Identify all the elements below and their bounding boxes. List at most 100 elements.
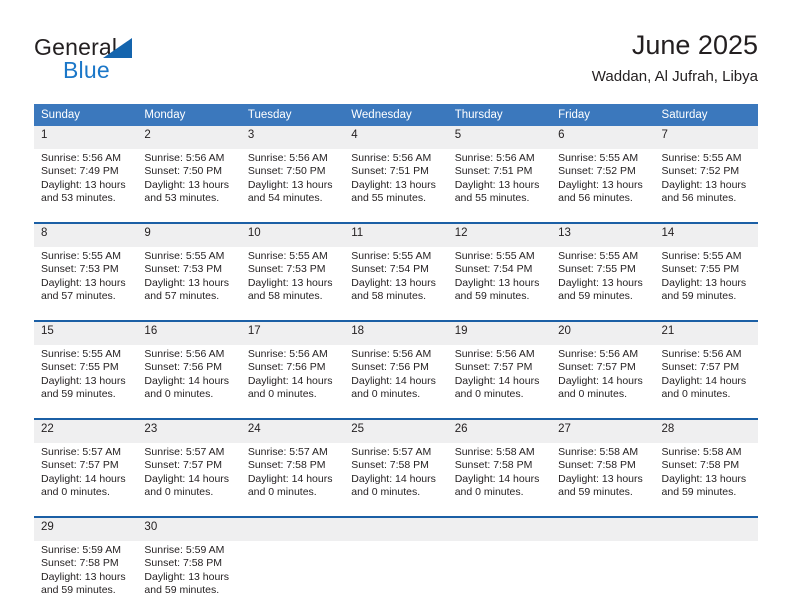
day-cell[interactable]: Sunrise: 5:55 AM Sunset: 7:52 PM Dayligh… (654, 149, 758, 222)
daylight-text: Daylight: 14 hours and 0 minutes. (41, 472, 126, 499)
day-number[interactable]: 20 (551, 322, 655, 345)
sunset-text: Sunset: 7:56 PM (144, 361, 223, 374)
day-cell[interactable]: Sunrise: 5:59 AM Sunset: 7:58 PM Dayligh… (137, 541, 241, 614)
day-number[interactable]: 10 (240, 224, 345, 247)
day-number[interactable]: 30 (137, 518, 241, 541)
day-number[interactable]: 24 (240, 420, 345, 443)
day-cell[interactable]: Sunrise: 5:57 AM Sunset: 7:57 PM Dayligh… (34, 443, 138, 516)
day-number[interactable]: 19 (447, 322, 552, 345)
day-number[interactable]: 7 (654, 126, 758, 149)
day-cell[interactable]: Sunrise: 5:58 AM Sunset: 7:58 PM Dayligh… (551, 443, 655, 516)
sunrise-text: Sunrise: 5:56 AM (351, 152, 432, 164)
day-cell[interactable]: Sunrise: 5:55 AM Sunset: 7:53 PM Dayligh… (137, 247, 241, 320)
day-number[interactable]: 13 (551, 224, 655, 247)
day-cell[interactable]: Sunrise: 5:55 AM Sunset: 7:53 PM Dayligh… (240, 247, 345, 320)
sunrise-text: Sunrise: 5:57 AM (247, 446, 328, 458)
sunset-text: Sunset: 7:58 PM (558, 459, 636, 472)
daylight-text: Daylight: 13 hours and 59 minutes. (144, 570, 230, 597)
day-number[interactable]: 11 (344, 224, 448, 247)
day-number[interactable]: 5 (447, 126, 552, 149)
day-number[interactable]: 4 (344, 126, 448, 149)
day-cell[interactable]: Sunrise: 5:56 AM Sunset: 7:56 PM Dayligh… (240, 345, 345, 418)
daylight-text: Daylight: 14 hours and 0 minutes. (351, 472, 436, 499)
day-cell[interactable]: Sunrise: 5:57 AM Sunset: 7:58 PM Dayligh… (240, 443, 345, 516)
sunrise-text: Sunrise: 5:56 AM (247, 348, 328, 360)
day-number-empty (240, 518, 345, 541)
day-number[interactable]: 18 (344, 322, 448, 345)
day-number[interactable]: 28 (654, 420, 758, 443)
sunset-text: Sunset: 7:52 PM (661, 165, 740, 178)
day-cell[interactable]: Sunrise: 5:56 AM Sunset: 7:57 PM Dayligh… (447, 345, 552, 418)
day-number[interactable]: 2 (137, 126, 241, 149)
day-cell[interactable]: Sunrise: 5:58 AM Sunset: 7:58 PM Dayligh… (654, 443, 758, 516)
day-cell[interactable]: Sunrise: 5:57 AM Sunset: 7:57 PM Dayligh… (137, 443, 241, 516)
day-cell[interactable]: Sunrise: 5:55 AM Sunset: 7:54 PM Dayligh… (344, 247, 448, 320)
page-title: June 2025 (631, 30, 758, 60)
week-details-row: Sunrise: 5:55 AM Sunset: 7:53 PM Dayligh… (34, 247, 758, 320)
day-cell[interactable]: Sunrise: 5:55 AM Sunset: 7:55 PM Dayligh… (654, 247, 758, 320)
sunrise-text: Sunrise: 5:58 AM (558, 446, 639, 458)
day-cell[interactable]: Sunrise: 5:56 AM Sunset: 7:56 PM Dayligh… (137, 345, 241, 418)
day-cell[interactable]: Sunrise: 5:58 AM Sunset: 7:58 PM Dayligh… (447, 443, 552, 516)
daylight-text: Daylight: 13 hours and 55 minutes. (454, 178, 540, 205)
week-daynumbers-row: 22 23 24 25 26 27 28 (34, 420, 758, 443)
day-number[interactable]: 12 (447, 224, 552, 247)
sunset-text: Sunset: 7:57 PM (661, 361, 740, 374)
general-blue-logo[interactable]: General Blue (34, 34, 234, 90)
day-number[interactable]: 3 (240, 126, 345, 149)
day-number[interactable]: 23 (137, 420, 241, 443)
day-number[interactable]: 17 (240, 322, 345, 345)
daylight-text: Daylight: 13 hours and 59 minutes. (41, 570, 126, 597)
day-number[interactable]: 9 (137, 224, 241, 247)
sunset-text: Sunset: 7:55 PM (661, 263, 740, 276)
page-subtitle: Waddan, Al Jufrah, Libya (591, 68, 758, 85)
column-header-sunday: Sunday (34, 104, 138, 126)
day-number[interactable]: 25 (344, 420, 448, 443)
day-number-empty (654, 518, 758, 541)
sunset-text: Sunset: 7:51 PM (351, 165, 429, 178)
day-number[interactable]: 8 (34, 224, 138, 247)
day-cell[interactable]: Sunrise: 5:56 AM Sunset: 7:57 PM Dayligh… (551, 345, 655, 418)
day-number[interactable]: 27 (551, 420, 655, 443)
day-cell[interactable]: Sunrise: 5:56 AM Sunset: 7:49 PM Dayligh… (34, 149, 138, 222)
page-header: General Blue June 2025 Waddan, Al Jufrah… (34, 28, 758, 94)
day-number[interactable]: 22 (34, 420, 138, 443)
day-number[interactable]: 14 (654, 224, 758, 247)
daylight-text: Daylight: 14 hours and 0 minutes. (247, 374, 333, 401)
day-number[interactable]: 1 (34, 126, 138, 149)
day-cell[interactable]: Sunrise: 5:56 AM Sunset: 7:50 PM Dayligh… (137, 149, 241, 222)
sunrise-text: Sunrise: 5:58 AM (661, 446, 742, 458)
day-number[interactable]: 6 (551, 126, 655, 149)
day-number[interactable]: 21 (654, 322, 758, 345)
daylight-text: Daylight: 13 hours and 59 minutes. (661, 472, 747, 499)
daylight-text: Daylight: 14 hours and 0 minutes. (144, 472, 230, 499)
day-cell[interactable]: Sunrise: 5:57 AM Sunset: 7:58 PM Dayligh… (344, 443, 448, 516)
day-cell[interactable]: Sunrise: 5:55 AM Sunset: 7:54 PM Dayligh… (447, 247, 552, 320)
daylight-text: Daylight: 13 hours and 59 minutes. (661, 276, 747, 303)
day-cell-empty (551, 541, 655, 614)
daylight-text: Daylight: 13 hours and 59 minutes. (558, 472, 643, 499)
daylight-text: Daylight: 13 hours and 59 minutes. (41, 374, 126, 401)
day-number[interactable]: 16 (137, 322, 241, 345)
sunset-text: Sunset: 7:57 PM (454, 361, 533, 374)
day-cell[interactable]: Sunrise: 5:56 AM Sunset: 7:51 PM Dayligh… (447, 149, 552, 222)
sunrise-text: Sunrise: 5:55 AM (351, 250, 432, 262)
day-cell[interactable]: Sunrise: 5:56 AM Sunset: 7:50 PM Dayligh… (240, 149, 345, 222)
day-cell[interactable]: Sunrise: 5:56 AM Sunset: 7:57 PM Dayligh… (654, 345, 758, 418)
day-cell[interactable]: Sunrise: 5:55 AM Sunset: 7:55 PM Dayligh… (551, 247, 655, 320)
day-cell[interactable]: Sunrise: 5:56 AM Sunset: 7:51 PM Dayligh… (344, 149, 448, 222)
daylight-text: Daylight: 14 hours and 0 minutes. (454, 374, 540, 401)
day-number[interactable]: 29 (34, 518, 138, 541)
day-cell[interactable]: Sunrise: 5:55 AM Sunset: 7:53 PM Dayligh… (34, 247, 138, 320)
day-cell[interactable]: Sunrise: 5:55 AM Sunset: 7:52 PM Dayligh… (551, 149, 655, 222)
day-cell[interactable]: Sunrise: 5:55 AM Sunset: 7:55 PM Dayligh… (34, 345, 138, 418)
day-cell[interactable]: Sunrise: 5:56 AM Sunset: 7:56 PM Dayligh… (344, 345, 448, 418)
sunset-text: Sunset: 7:51 PM (454, 165, 533, 178)
day-number[interactable]: 26 (447, 420, 552, 443)
day-number[interactable]: 15 (34, 322, 138, 345)
logo-triangle-icon (103, 38, 132, 58)
day-cell[interactable]: Sunrise: 5:59 AM Sunset: 7:58 PM Dayligh… (34, 541, 138, 614)
sunrise-text: Sunrise: 5:55 AM (41, 250, 121, 262)
week-details-row: Sunrise: 5:57 AM Sunset: 7:57 PM Dayligh… (34, 443, 758, 516)
week-daynumbers-row: 29 30 (34, 518, 758, 541)
